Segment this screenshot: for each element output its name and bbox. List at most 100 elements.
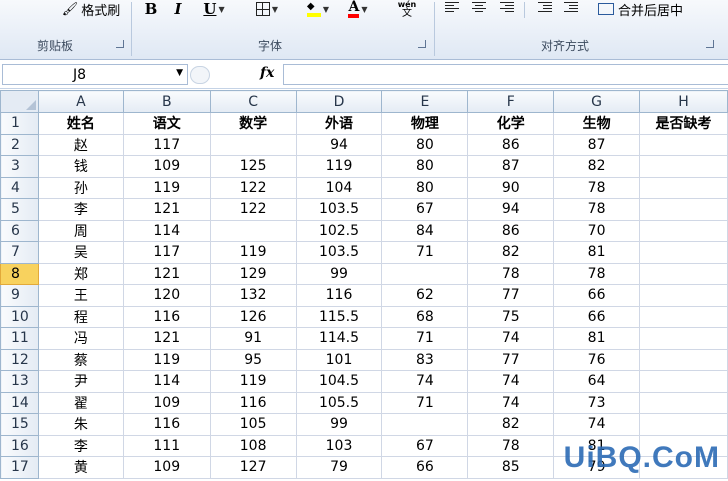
row-header[interactable]: 4 [0, 176, 39, 199]
cell-f7[interactable]: 82 [467, 241, 555, 264]
cell-d4[interactable]: 104 [295, 176, 383, 199]
cell-c4[interactable]: 122 [209, 176, 297, 199]
cell-f6[interactable]: 86 [467, 219, 555, 242]
cell-a9[interactable]: 王 [37, 284, 124, 307]
cell-d15[interactable]: 99 [295, 413, 383, 436]
cell-e17[interactable]: 66 [381, 456, 469, 479]
cell-h5[interactable] [639, 198, 728, 221]
cell-f14[interactable]: 74 [467, 391, 555, 414]
cell-d13[interactable]: 104.5 [295, 370, 383, 393]
cell-g12[interactable]: 76 [553, 348, 641, 371]
cell-h2[interactable] [639, 133, 728, 156]
cell-d3[interactable]: 119 [295, 155, 383, 178]
cell-b15[interactable]: 116 [122, 413, 211, 436]
cell-d7[interactable]: 103.5 [295, 241, 383, 264]
cell-b12[interactable]: 119 [122, 348, 211, 371]
row-header[interactable]: 1 [0, 112, 39, 135]
cell-g8[interactable]: 78 [553, 262, 641, 285]
row-header[interactable]: 14 [0, 391, 39, 414]
cell-h12[interactable] [639, 348, 728, 371]
row-header[interactable]: 12 [0, 348, 39, 371]
cell-g7[interactable]: 81 [553, 241, 641, 264]
name-box[interactable]: J8 ▼ [2, 64, 188, 85]
italic-button[interactable]: I [168, 0, 188, 18]
cell-c2[interactable] [209, 133, 297, 156]
cell-c14[interactable]: 116 [209, 391, 297, 414]
formula-input[interactable] [283, 64, 728, 85]
increase-indent-icon[interactable] [564, 2, 578, 14]
cell-e15[interactable] [381, 413, 469, 436]
cell-c6[interactable] [209, 219, 297, 242]
cell-c1[interactable]: 数学 [209, 112, 297, 135]
cell-a3[interactable]: 钱 [37, 155, 124, 178]
fill-color-button[interactable]: ◆ ▼ [300, 0, 336, 18]
cell-d12[interactable]: 101 [295, 348, 383, 371]
row-header[interactable]: 5 [0, 198, 39, 221]
decrease-indent-icon[interactable] [538, 2, 552, 14]
cell-b17[interactable]: 109 [122, 456, 211, 479]
merge-center-button[interactable]: 合并后居中 [598, 0, 728, 19]
cell-c15[interactable]: 105 [209, 413, 297, 436]
cell-b1[interactable]: 语文 [122, 112, 211, 135]
underline-button[interactable]: U ▼ [194, 0, 234, 18]
cell-f15[interactable]: 82 [467, 413, 555, 436]
cell-a1[interactable]: 姓名 [37, 112, 124, 135]
column-header-a[interactable]: A [37, 90, 124, 113]
font-launcher-icon[interactable] [418, 40, 426, 48]
cell-d16[interactable]: 103 [295, 434, 383, 457]
cell-f10[interactable]: 75 [467, 305, 555, 328]
cell-b4[interactable]: 119 [122, 176, 211, 199]
cell-e11[interactable]: 71 [381, 327, 469, 350]
cell-h1[interactable]: 是否缺考 [639, 112, 728, 135]
cell-d2[interactable]: 94 [295, 133, 383, 156]
cell-c17[interactable]: 127 [209, 456, 297, 479]
cell-e12[interactable]: 83 [381, 348, 469, 371]
cell-g11[interactable]: 81 [553, 327, 641, 350]
cell-g3[interactable]: 82 [553, 155, 641, 178]
column-header-b[interactable]: B [122, 90, 211, 113]
cell-c9[interactable]: 132 [209, 284, 297, 307]
cell-e3[interactable]: 80 [381, 155, 469, 178]
cell-e14[interactable]: 71 [381, 391, 469, 414]
format-painter-button[interactable]: 🖌 格式刷 [56, 0, 126, 19]
cell-b7[interactable]: 117 [122, 241, 211, 264]
cell-c8[interactable]: 129 [209, 262, 297, 285]
cell-e7[interactable]: 71 [381, 241, 469, 264]
cell-c7[interactable]: 119 [209, 241, 297, 264]
cell-d9[interactable]: 116 [295, 284, 383, 307]
row-header[interactable]: 9 [0, 284, 39, 307]
cell-b3[interactable]: 109 [122, 155, 211, 178]
cell-g6[interactable]: 70 [553, 219, 641, 242]
column-header-c[interactable]: C [209, 90, 297, 113]
row-header[interactable]: 8 [0, 262, 39, 285]
cell-a4[interactable]: 孙 [37, 176, 124, 199]
cell-g4[interactable]: 78 [553, 176, 641, 199]
cell-e9[interactable]: 62 [381, 284, 469, 307]
cell-e16[interactable]: 67 [381, 434, 469, 457]
column-header-e[interactable]: E [381, 90, 469, 113]
cell-b11[interactable]: 121 [122, 327, 211, 350]
cell-g1[interactable]: 生物 [553, 112, 641, 135]
cell-h11[interactable] [639, 327, 728, 350]
cell-e4[interactable]: 80 [381, 176, 469, 199]
cell-c16[interactable]: 108 [209, 434, 297, 457]
select-all-corner[interactable] [0, 90, 39, 113]
phonetic-button[interactable]: wén 文 [390, 0, 424, 19]
cell-h7[interactable] [639, 241, 728, 264]
cell-b2[interactable]: 117 [122, 133, 211, 156]
cell-a6[interactable]: 周 [37, 219, 124, 242]
cell-c13[interactable]: 119 [209, 370, 297, 393]
cell-e2[interactable]: 80 [381, 133, 469, 156]
cell-e6[interactable]: 84 [381, 219, 469, 242]
cell-b5[interactable]: 121 [122, 198, 211, 221]
cell-g9[interactable]: 66 [553, 284, 641, 307]
cell-g5[interactable]: 78 [553, 198, 641, 221]
cell-h15[interactable] [639, 413, 728, 436]
cell-e5[interactable]: 67 [381, 198, 469, 221]
cell-a2[interactable]: 赵 [37, 133, 124, 156]
row-header[interactable]: 11 [0, 327, 39, 350]
formula-bar-resize-handle[interactable] [190, 66, 210, 84]
column-header-f[interactable]: F [467, 90, 555, 113]
row-header[interactable]: 6 [0, 219, 39, 242]
cell-f16[interactable]: 78 [467, 434, 555, 457]
